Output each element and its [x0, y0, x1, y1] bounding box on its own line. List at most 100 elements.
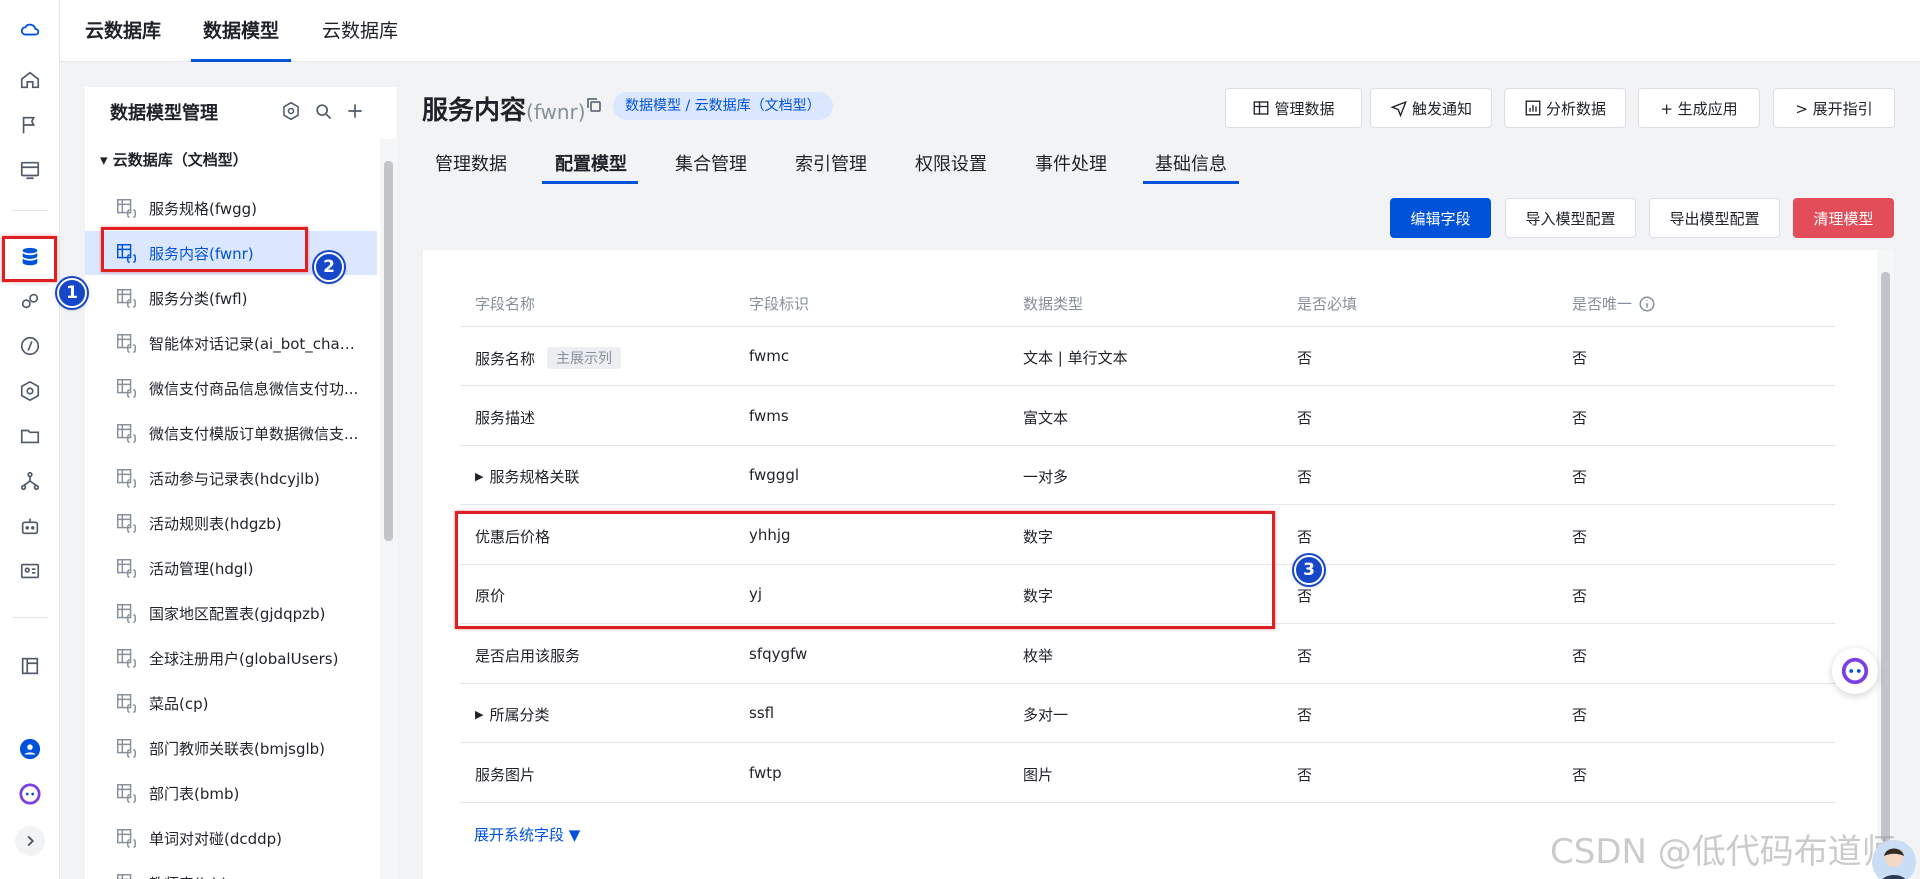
- ai-assistant-icon[interactable]: [15, 779, 45, 809]
- tree-item[interactable]: 活动管理(hdgl): [85, 546, 377, 590]
- avatar: [1872, 840, 1916, 879]
- cloud-folder-icon[interactable]: [15, 421, 45, 451]
- edit-fields-button[interactable]: 编辑字段: [1390, 198, 1491, 238]
- storefront-icon[interactable]: [15, 155, 45, 185]
- cell-data-type: 一对多: [1023, 468, 1069, 486]
- tree-item[interactable]: 服务规格(fwgg): [85, 186, 377, 230]
- cell-required: 否: [1297, 349, 1313, 367]
- tree-item-label: 全球注册用户(globalUsers): [149, 649, 339, 668]
- cell-required: 否: [1297, 468, 1313, 486]
- tree-item[interactable]: 部门表(bmb): [85, 771, 377, 815]
- expand-guide-button[interactable]: > 展开指引: [1773, 88, 1895, 128]
- cell-data-type: 图片: [1023, 765, 1054, 784]
- tree-item-label: 部门表(bmb): [149, 784, 240, 803]
- table-row[interactable]: [460, 327, 1835, 386]
- cell-unique: 否: [1572, 349, 1588, 367]
- table-row[interactable]: [460, 744, 1835, 803]
- send-icon: [1390, 100, 1407, 117]
- tab-cloud-database-title[interactable]: 云数据库: [85, 0, 161, 62]
- search-icon[interactable]: [311, 99, 335, 123]
- cloud-logo-icon[interactable]: [15, 15, 45, 45]
- tab-permissions[interactable]: 权限设置: [915, 150, 987, 184]
- tab-basic-info[interactable]: 基础信息: [1155, 150, 1227, 184]
- settings-icon[interactable]: [279, 99, 303, 123]
- cell-required: 否: [1297, 765, 1313, 784]
- layout-icon[interactable]: [15, 651, 45, 681]
- cell-field-id: sfqygfw: [749, 644, 808, 663]
- breadcrumb[interactable]: 数据模型 / 云数据库（文档型）: [613, 92, 833, 120]
- table-row[interactable]: [460, 387, 1835, 446]
- expand-system-fields-link[interactable]: 展开系统字段 ▼: [474, 824, 580, 845]
- manage-data-button[interactable]: 管理数据: [1225, 88, 1362, 128]
- robot-icon[interactable]: [15, 511, 45, 541]
- model-table-icon: [115, 467, 137, 489]
- cell-field-name: 服务描述: [475, 408, 536, 427]
- tab-cloud-database[interactable]: 云数据库: [322, 0, 398, 62]
- tab-collection-management[interactable]: 集合管理: [675, 150, 747, 184]
- cell-field-name: ▶ 所属分类: [475, 706, 550, 724]
- tree-item[interactable]: 活动参与记录表(hdcyjlb): [85, 456, 377, 500]
- tree-title: 数据模型管理: [110, 103, 218, 124]
- annotation-badge-2: 2: [314, 252, 344, 282]
- tab-index-management[interactable]: 索引管理: [795, 150, 867, 184]
- cell-field-name: 是否启用该服务: [475, 646, 581, 665]
- copy-icon[interactable]: [585, 96, 603, 114]
- tab-config-model[interactable]: 配置模型: [555, 150, 627, 184]
- table-row[interactable]: [460, 684, 1835, 743]
- tree-item[interactable]: 微信支付商品信息微信支付功...: [85, 366, 377, 410]
- active-tab-underline: [542, 181, 638, 184]
- expand-caret-icon[interactable]: ▶: [475, 470, 483, 483]
- tree-scrollbar[interactable]: [380, 139, 397, 879]
- tree-item[interactable]: 国家地区配置表(gjdqpzb): [85, 591, 377, 635]
- cell-field-id: fwgggl: [749, 466, 800, 484]
- bar-chart-icon: [1525, 100, 1541, 116]
- cell-field-name: 服务图片: [475, 765, 536, 784]
- expand-rail-icon[interactable]: [15, 826, 45, 856]
- user-avatar-icon[interactable]: [15, 734, 45, 764]
- link-icon[interactable]: [15, 286, 45, 316]
- import-model-config-button[interactable]: 导入模型配置: [1505, 198, 1636, 238]
- tree-item[interactable]: 微信支付模版订单数据微信支...: [85, 411, 377, 455]
- function-icon[interactable]: [15, 331, 45, 361]
- tree-item[interactable]: 菜品(cp): [85, 681, 377, 725]
- tab-event-handling[interactable]: 事件处理: [1035, 150, 1107, 184]
- add-icon[interactable]: [343, 99, 367, 123]
- table-row[interactable]: [460, 625, 1835, 684]
- col-header-required: 是否必填: [1297, 295, 1358, 313]
- trigger-notify-button[interactable]: 触发通知: [1370, 88, 1492, 128]
- model-table-icon: [115, 827, 137, 849]
- floating-assistant-button[interactable]: [1832, 648, 1878, 694]
- hexagon-icon[interactable]: [15, 376, 45, 406]
- model-table-icon: [115, 197, 137, 219]
- clear-model-button[interactable]: 清理模型: [1793, 198, 1894, 238]
- cell-data-type: 富文本: [1023, 408, 1069, 427]
- tree-root-label: 云数据库（文档型）: [112, 151, 248, 169]
- model-table-icon: [115, 332, 137, 354]
- home-icon[interactable]: [15, 65, 45, 95]
- info-icon[interactable]: [1638, 295, 1656, 313]
- tab-manage-data[interactable]: 管理数据: [435, 150, 507, 184]
- generate-app-button[interactable]: + 生成应用: [1638, 88, 1760, 128]
- tree-item[interactable]: 智能体对话记录(ai_bot_chat_...: [85, 321, 377, 365]
- tree-root-node[interactable]: ▾ 云数据库（文档型）: [100, 149, 248, 170]
- tree-item[interactable]: 教师表(jsb): [85, 861, 377, 879]
- table-row[interactable]: [460, 446, 1835, 505]
- tree-item[interactable]: 全球注册用户(globalUsers): [85, 636, 377, 680]
- tab-data-model[interactable]: 数据模型: [190, 0, 292, 62]
- tree-item[interactable]: 活动规则表(hdgzb): [85, 501, 377, 545]
- tree-item[interactable]: 单词对对碰(dcddp): [85, 816, 377, 860]
- analyze-data-button[interactable]: 分析数据: [1504, 88, 1626, 128]
- flag-icon[interactable]: [15, 110, 45, 140]
- id-card-icon[interactable]: [15, 556, 45, 586]
- export-model-config-button[interactable]: 导出模型配置: [1649, 198, 1780, 238]
- tree-item-label: 微信支付模版订单数据微信支...: [149, 424, 359, 443]
- workflow-icon[interactable]: [15, 466, 45, 496]
- expand-caret-icon[interactable]: ▶: [475, 708, 483, 721]
- tree-item[interactable]: 服务分类(fwfl): [85, 276, 377, 320]
- tree-item[interactable]: 部门教师关联表(bmjsglb): [85, 726, 377, 770]
- cell-unique: 否: [1572, 527, 1588, 546]
- page-title-id: (fwnr): [526, 100, 586, 124]
- main-scrollbar[interactable]: [1877, 250, 1894, 879]
- model-table-icon: [115, 782, 137, 804]
- model-table-icon: [115, 557, 137, 579]
